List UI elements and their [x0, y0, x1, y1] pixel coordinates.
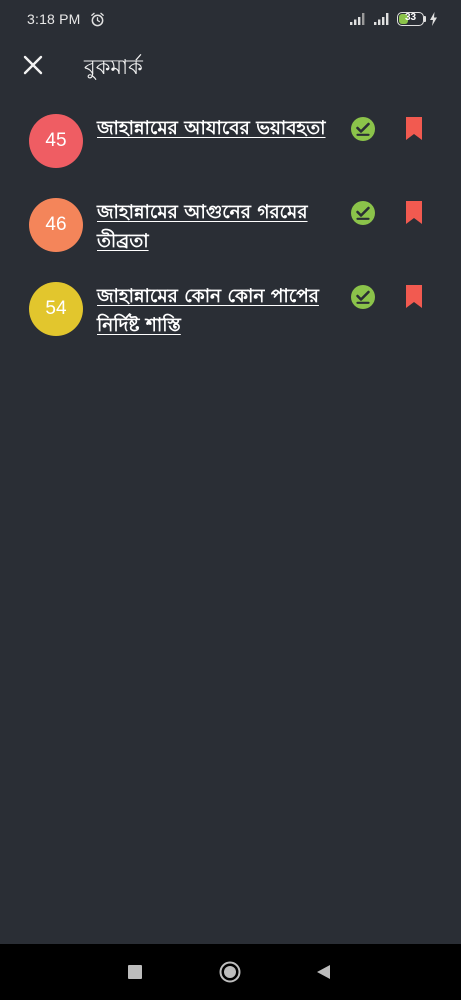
check-circle-icon[interactable] [350, 284, 376, 310]
bookmark-list-item[interactable]: 45 জাহান্নামের আযাবের ভয়াবহতা [0, 100, 461, 184]
bookmark-list-item[interactable]: 46 জাহান্নামের আগুনের গরমের তীব্রতা [0, 184, 461, 268]
chapter-number-badge: 46 [29, 198, 83, 252]
battery-tip [424, 16, 426, 22]
bookmark-list-item[interactable]: 54 জাহান্নামের কোন কোন পাপের নির্দিষ্ট শ… [0, 268, 461, 352]
bookmark-list: 45 জাহান্নামের আযাবের ভয়াবহতা 46 জাহান্… [0, 100, 461, 352]
back-triangle-icon[interactable] [316, 964, 331, 980]
bookmark-title-link[interactable]: জাহান্নামের আযাবের ভয়াবহতা [97, 114, 337, 143]
bookmark-icon[interactable] [404, 284, 424, 309]
signal-icon [350, 13, 365, 25]
check-circle-icon[interactable] [350, 200, 376, 226]
check-circle-icon[interactable] [350, 116, 376, 142]
bookmark-icon[interactable] [404, 116, 424, 141]
system-nav-bar [0, 944, 461, 1000]
chapter-number-badge: 54 [29, 282, 83, 336]
home-circle-icon[interactable] [219, 961, 241, 983]
close-button[interactable] [18, 50, 48, 80]
bookmark-title-link[interactable]: জাহান্নামের আগুনের গরমের তীব্রতা [97, 198, 337, 256]
recents-square-icon[interactable] [128, 965, 142, 979]
bookmark-title-link[interactable]: জাহান্নামের কোন কোন পাপের নির্দিষ্ট শাস্… [97, 282, 337, 340]
battery-level: 33 [404, 12, 417, 23]
status-bar: 3:18 PM 33 [0, 0, 461, 40]
app-header: বুকমার্ক [0, 40, 461, 96]
status-time: 3:18 PM [27, 11, 81, 27]
bookmark-icon[interactable] [404, 200, 424, 225]
signal-icon [374, 13, 389, 25]
close-icon [23, 55, 43, 75]
chapter-number-badge: 45 [29, 114, 83, 168]
battery-icon: 33 [397, 12, 424, 26]
charging-icon [430, 12, 437, 26]
bookmarks-screen: 3:18 PM 33 বুকমার্ক 45 জাহান্নামের আযাবে… [0, 0, 461, 1000]
alarm-icon [91, 12, 104, 27]
page-title: বুকমার্ক [84, 55, 143, 79]
